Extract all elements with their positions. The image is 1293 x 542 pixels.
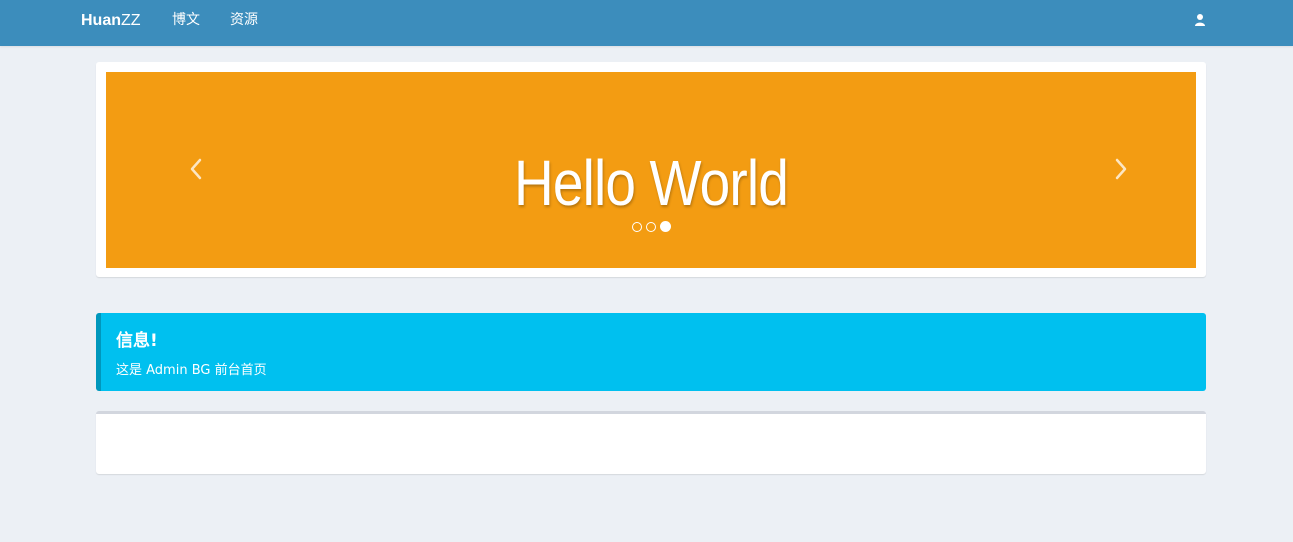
info-callout: 信息! 这是 Admin BG 前台首页 [96, 313, 1206, 391]
brand-logo[interactable]: HuanZZ [81, 0, 141, 41]
nav-item-resources[interactable]: 资源 [230, 0, 258, 41]
carousel-indicator-3[interactable] [659, 221, 671, 232]
carousel-indicator-1[interactable] [631, 221, 642, 232]
carousel-prev-button[interactable] [181, 154, 211, 184]
carousel-box: Hello World [96, 62, 1206, 277]
chevron-right-icon [1115, 158, 1127, 180]
callout-text: 这是 Admin BG 前台首页 [116, 363, 267, 378]
carousel-next-button[interactable] [1106, 154, 1136, 184]
user-icon[interactable] [1193, 13, 1207, 27]
slide-title: Hello World [514, 147, 789, 219]
callout-title: 信息! [116, 331, 158, 351]
brand-bold-text: Huan [81, 12, 121, 29]
top-navbar: HuanZZ 博文 资源 [0, 0, 1293, 46]
carousel: Hello World [106, 72, 1196, 268]
nav-item-articles[interactable]: 博文 [172, 0, 200, 41]
content-box [96, 411, 1206, 474]
carousel-indicators [106, 221, 1196, 232]
brand-rest-text: ZZ [121, 12, 141, 29]
chevron-left-icon [190, 158, 202, 180]
carousel-indicator-2[interactable] [645, 221, 656, 232]
